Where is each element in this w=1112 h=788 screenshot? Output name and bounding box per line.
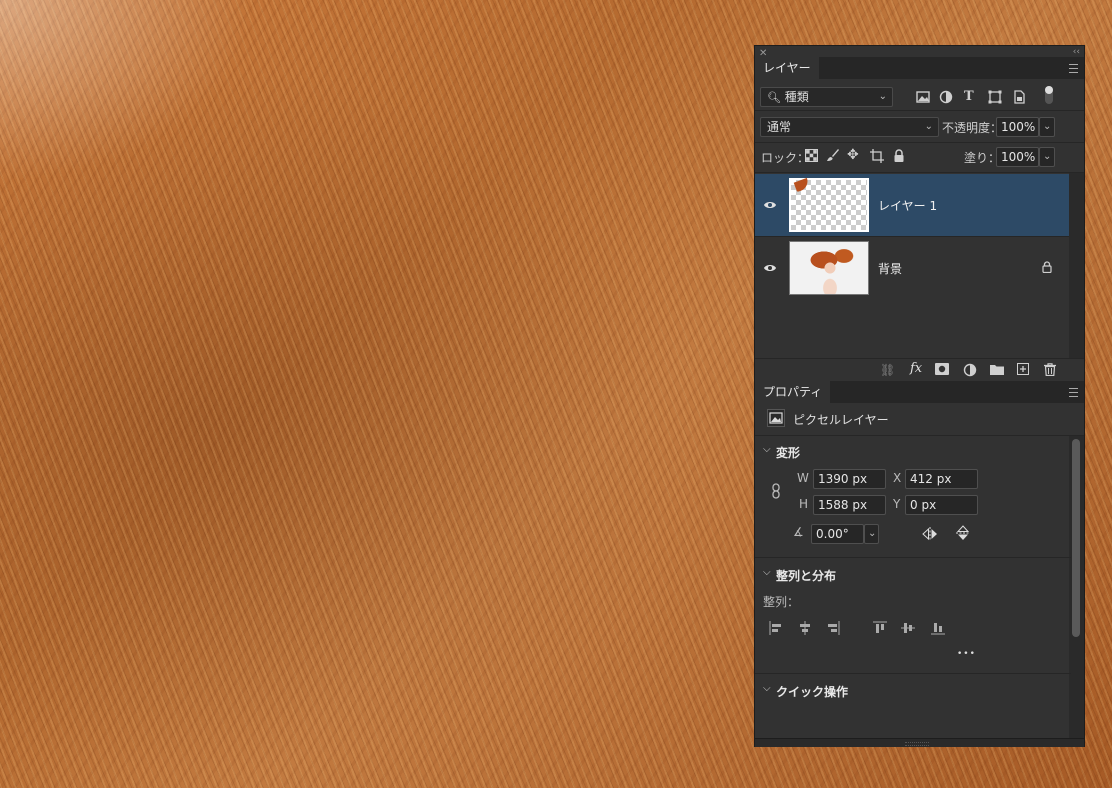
type-filter-icon[interactable]: T — [964, 90, 974, 104]
layer-name[interactable]: 背景 — [878, 260, 902, 277]
shape-filter-icon[interactable] — [987, 89, 1003, 105]
y-input[interactable]: 0 px — [905, 495, 978, 515]
image-filter-icon[interactable] — [915, 89, 931, 105]
x-input[interactable]: 412 px — [905, 469, 978, 489]
filter-kind-label: 種類 — [784, 90, 809, 104]
adjustment-icon[interactable] — [963, 363, 977, 377]
lock-position-move-icon[interactable]: ✥ — [847, 148, 859, 162]
lock-icon[interactable] — [1042, 261, 1052, 273]
chevron-down-icon[interactable]: ⌵ — [763, 567, 771, 578]
lock-all-icon[interactable] — [893, 149, 905, 162]
tab-properties[interactable]: プロパティ — [755, 381, 831, 403]
lock-label: ロック： — [761, 151, 810, 165]
properties-scrollbar-thumb[interactable] — [1072, 439, 1080, 637]
layer-filter-dropdown[interactable]: 🔍︎ 種類 ⌄ — [760, 87, 893, 107]
filter-toggle-switch[interactable] — [1045, 86, 1053, 104]
chevron-down-icon[interactable]: ⌵ — [763, 444, 771, 455]
opacity-slider-toggle[interactable]: ⌄ — [1039, 117, 1055, 137]
width-label: W — [797, 471, 809, 485]
layers-menu-icon[interactable] — [1069, 64, 1078, 73]
properties-menu-icon[interactable] — [1069, 388, 1078, 397]
adjustment-filter-icon[interactable] — [938, 89, 954, 105]
fill-input[interactable]: 100% — [996, 147, 1039, 167]
properties-scrollbar-track — [1069, 436, 1084, 744]
layers-list: レイヤー 1 背景 — [755, 173, 1069, 358]
align-horizontal-center-icon[interactable] — [798, 621, 812, 635]
layer-row-layer1[interactable]: レイヤー 1 — [755, 174, 1069, 236]
quick-actions-section-title[interactable]: クイック操作 — [776, 683, 848, 700]
smart-object-filter-icon[interactable] — [1011, 89, 1027, 105]
x-label: X — [893, 471, 902, 485]
flip-vertical-icon[interactable] — [956, 525, 970, 541]
opacity-input[interactable]: 100% — [996, 117, 1039, 137]
layer-thumbnail — [789, 177, 869, 232]
transform-section-title[interactable]: 変形 — [776, 444, 800, 461]
fx-icon[interactable]: fx — [910, 361, 922, 376]
eye-icon[interactable] — [763, 198, 777, 212]
lock-transparency-icon[interactable] — [805, 149, 818, 162]
blend-mode-label: 通常 — [767, 120, 792, 134]
height-label: H — [799, 497, 809, 511]
layers-footer: ⛓ fx — [755, 358, 1084, 382]
panel-collapse-icon[interactable]: ‹‹ — [1073, 47, 1080, 57]
panel-dock: ✕ ‹‹ レイヤー 🔍︎ 種類 ⌄ T 通常 ⌄ 不透明度： 100% ⌄ ロッ… — [754, 45, 1085, 747]
align-right-icon[interactable] — [826, 621, 840, 635]
tab-layers[interactable]: レイヤー — [755, 57, 819, 79]
layer-row-background[interactable]: 背景 — [755, 237, 1069, 299]
fill-label: 塗り： — [964, 151, 1001, 165]
opacity-label: 不透明度： — [942, 121, 1003, 135]
align-left-icon[interactable] — [769, 621, 783, 635]
align-section-title[interactable]: 整列と分布 — [776, 567, 836, 584]
properties-tabbar: プロパティ — [755, 381, 1084, 403]
align-bottom-icon[interactable] — [931, 621, 945, 635]
chevron-down-icon: ⌄ — [878, 91, 887, 102]
layers-tabbar: レイヤー — [755, 57, 1084, 79]
eye-icon[interactable] — [763, 261, 777, 275]
pixel-layer-icon — [767, 409, 785, 427]
layer-thumbnail — [789, 241, 869, 295]
height-input[interactable]: 1588 px — [813, 495, 886, 515]
link-dimensions-icon[interactable] — [771, 483, 781, 499]
chevron-down-icon: ⌄ — [924, 121, 933, 132]
fill-slider-toggle[interactable]: ⌄ — [1039, 147, 1055, 167]
align-label: 整列： — [763, 595, 800, 609]
trash-icon[interactable] — [1044, 363, 1056, 376]
more-options-button[interactable]: ••• — [957, 649, 976, 659]
angle-icon: ∡ — [793, 525, 804, 539]
chevron-down-icon[interactable]: ⌵ — [763, 683, 771, 694]
width-input[interactable]: 1390 px — [813, 469, 886, 489]
folder-icon[interactable] — [990, 364, 1004, 375]
lock-pixels-brush-icon[interactable] — [826, 148, 840, 162]
layer-type-label: ピクセルレイヤー — [793, 413, 889, 427]
mask-icon[interactable] — [935, 363, 949, 375]
angle-input[interactable]: 0.00° — [811, 524, 864, 544]
align-top-icon[interactable] — [873, 621, 887, 635]
angle-dropdown[interactable]: ⌄ — [864, 524, 879, 544]
lock-artboard-icon[interactable] — [870, 149, 884, 163]
layer-name[interactable]: レイヤー 1 — [878, 197, 937, 214]
new-layer-icon[interactable] — [1017, 363, 1029, 375]
align-vertical-center-icon[interactable] — [901, 621, 915, 635]
flip-horizontal-icon[interactable] — [922, 527, 938, 541]
blend-mode-dropdown[interactable]: 通常 ⌄ — [760, 117, 939, 137]
search-icon: 🔍︎ — [767, 91, 781, 104]
link-icon[interactable]: ⛓ — [880, 363, 895, 377]
panel-resize-handle[interactable] — [755, 738, 1084, 747]
layers-scrollbar[interactable] — [1069, 173, 1084, 358]
y-label: Y — [893, 497, 901, 511]
